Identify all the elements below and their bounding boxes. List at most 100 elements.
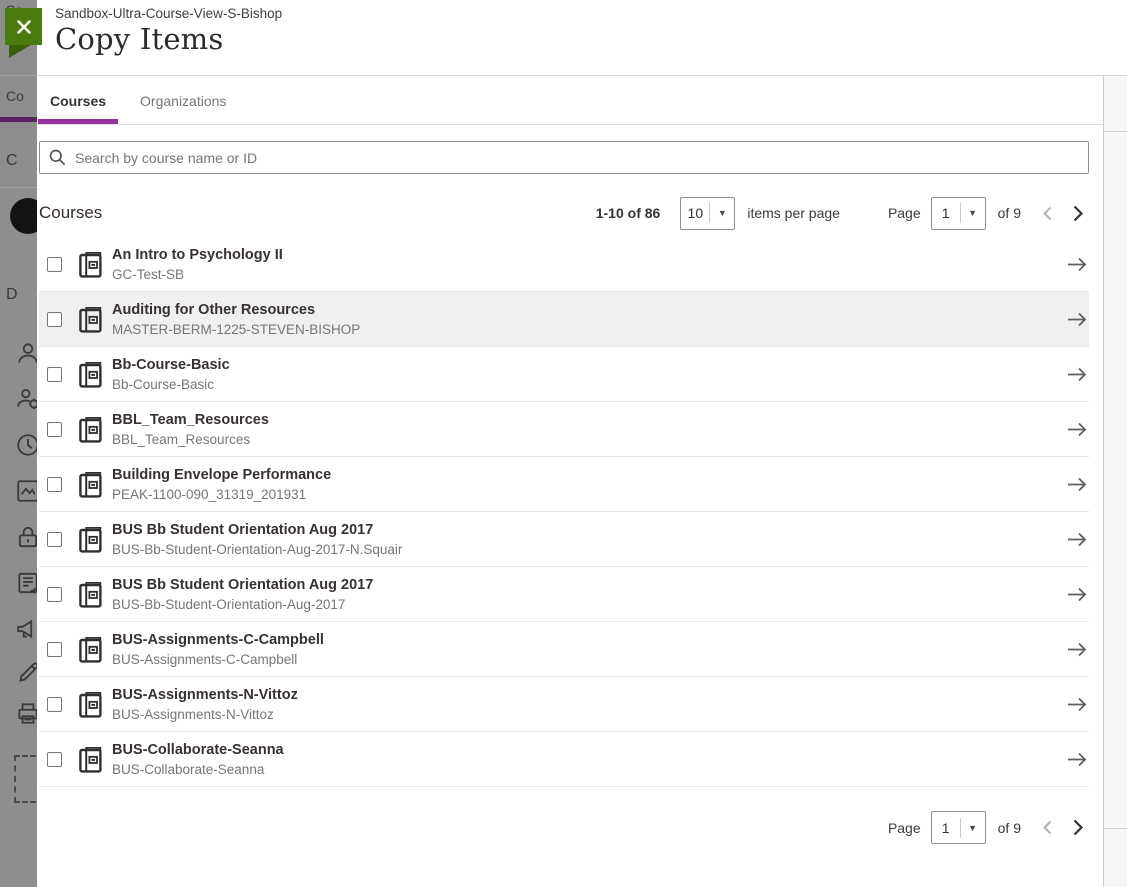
arrow-right-icon — [1066, 366, 1088, 383]
course-checkbox[interactable] — [47, 477, 62, 492]
open-course-button[interactable] — [1066, 476, 1088, 493]
chevron-right-icon — [1070, 204, 1085, 223]
chevron-down-icon: ▼ — [961, 823, 985, 833]
list-heading: Courses — [39, 203, 596, 223]
course-row[interactable]: BUS Bb Student Orientation Aug 2017 BUS-… — [39, 512, 1089, 567]
dimmed-background-page: Sa Co C D — [0, 0, 37, 887]
group-icon — [15, 386, 37, 412]
course-id: PEAK-1100-090_31319_201931 — [112, 487, 331, 502]
page-label: Page — [888, 205, 921, 221]
page-select[interactable]: 1 ▼ — [931, 811, 986, 844]
close-button-ribbon-tail — [5, 45, 42, 59]
course-row[interactable]: BUS-Assignments-N-Vittoz BUS-Assignments… — [39, 677, 1089, 732]
background-tab-underline — [0, 117, 37, 122]
course-id: BUS-Assignments-C-Campbell — [112, 652, 324, 667]
certificate-icon — [15, 570, 37, 596]
open-course-button[interactable] — [1066, 421, 1088, 438]
clock-icon — [15, 432, 37, 458]
open-course-button[interactable] — [1066, 311, 1088, 328]
course-id: BUS-Bb-Student-Orientation-Aug-2017 — [112, 597, 373, 612]
course-title: BUS-Assignments-N-Vittoz — [112, 686, 298, 704]
course-book-icon — [79, 526, 102, 553]
dialog-header: Sandbox-Ultra-Course-View-S-Bishop Copy … — [37, 0, 1127, 76]
course-title: BUS-Assignments-C-Campbell — [112, 631, 324, 649]
open-course-button[interactable] — [1066, 641, 1088, 658]
course-title: Building Envelope Performance — [112, 466, 331, 484]
page-count-label: of 9 — [998, 820, 1021, 836]
page-select[interactable]: 1 ▼ — [931, 197, 986, 230]
open-course-button[interactable] — [1066, 366, 1088, 383]
search-input[interactable] — [75, 150, 1079, 166]
course-book-icon — [79, 471, 102, 498]
arrow-right-icon — [1066, 696, 1088, 713]
course-checkbox[interactable] — [47, 642, 62, 657]
result-range: 1-10 of 86 — [596, 205, 661, 221]
arrow-right-icon — [1066, 311, 1088, 328]
tab-organizations[interactable]: Organizations — [128, 77, 238, 124]
chevron-left-icon — [1041, 205, 1054, 222]
arrow-right-icon — [1066, 586, 1088, 603]
course-info: BUS-Collaborate-Seanna BUS-Collaborate-S… — [112, 741, 284, 776]
arrow-right-icon — [1066, 421, 1088, 438]
course-checkbox[interactable] — [47, 752, 62, 767]
course-id: MASTER-BERM-1225-STEVEN-BISHOP — [112, 322, 360, 337]
course-info: BUS-Assignments-N-Vittoz BUS-Assignments… — [112, 686, 298, 721]
divider — [1104, 828, 1127, 829]
person-icon — [15, 340, 37, 366]
course-book-icon — [79, 251, 102, 278]
open-course-button[interactable] — [1066, 531, 1088, 548]
tab-courses[interactable]: Courses — [38, 77, 118, 124]
course-book-icon — [79, 306, 102, 333]
course-row[interactable]: Building Envelope Performance PEAK-1100-… — [39, 457, 1089, 512]
tab-bar: Courses Organizations — [37, 77, 1103, 125]
search-box[interactable] — [39, 141, 1089, 174]
page-label: Page — [888, 820, 921, 836]
course-context-title: Sandbox-Ultra-Course-View-S-Bishop — [55, 6, 1127, 21]
course-checkbox[interactable] — [47, 422, 62, 437]
arrow-right-icon — [1066, 641, 1088, 658]
next-page-button[interactable] — [1066, 818, 1089, 837]
close-icon — [16, 19, 32, 35]
close-button[interactable] — [5, 8, 42, 45]
per-page-label: items per page — [747, 205, 840, 221]
divider — [0, 187, 37, 188]
course-row[interactable]: Bb-Course-Basic Bb-Course-Basic — [39, 347, 1089, 402]
background-text-fragment: D — [6, 286, 18, 304]
course-checkbox[interactable] — [47, 587, 62, 602]
course-info: BBL_Team_Resources BBL_Team_Resources — [112, 411, 269, 446]
previous-page-button[interactable] — [1037, 205, 1058, 222]
arrow-right-icon — [1066, 531, 1088, 548]
open-course-button[interactable] — [1066, 586, 1088, 603]
course-book-icon — [79, 416, 102, 443]
course-checkbox[interactable] — [47, 367, 62, 382]
course-title: BUS-Collaborate-Seanna — [112, 741, 284, 759]
course-book-icon — [79, 361, 102, 388]
per-page-select[interactable]: 10 ▼ — [680, 197, 735, 230]
arrow-right-icon — [1066, 476, 1088, 493]
course-checkbox[interactable] — [47, 697, 62, 712]
course-title: Auditing for Other Resources — [112, 301, 360, 319]
lock-icon — [15, 524, 37, 550]
course-row[interactable]: BUS-Collaborate-Seanna BUS-Collaborate-S… — [39, 732, 1089, 787]
course-row[interactable]: An Intro to Psychology II GC-Test-SB — [39, 237, 1089, 292]
course-list: An Intro to Psychology II GC-Test-SB — [39, 237, 1089, 787]
list-header: Courses 1-10 of 86 10 ▼ items per page P… — [39, 195, 1089, 231]
course-row[interactable]: Auditing for Other Resources MASTER-BERM… — [39, 292, 1089, 347]
course-row[interactable]: BBL_Team_Resources BBL_Team_Resources — [39, 402, 1089, 457]
course-checkbox[interactable] — [47, 312, 62, 327]
background-right-panel-edge — [1103, 76, 1127, 887]
course-title: BBL_Team_Resources — [112, 411, 269, 429]
pagination-bottom: Page 1 ▼ of 9 — [39, 811, 1089, 844]
course-row[interactable]: BUS Bb Student Orientation Aug 2017 BUS-… — [39, 567, 1089, 622]
open-course-button[interactable] — [1066, 751, 1088, 768]
image-icon — [15, 478, 37, 504]
course-checkbox[interactable] — [47, 532, 62, 547]
course-checkbox[interactable] — [47, 257, 62, 272]
course-row[interactable]: BUS-Assignments-C-Campbell BUS-Assignmen… — [39, 622, 1089, 677]
next-page-button[interactable] — [1066, 204, 1089, 223]
open-course-button[interactable] — [1066, 696, 1088, 713]
pencil-icon — [15, 660, 37, 686]
open-course-button[interactable] — [1066, 256, 1088, 273]
course-book-icon — [79, 581, 102, 608]
previous-page-button[interactable] — [1037, 819, 1058, 836]
